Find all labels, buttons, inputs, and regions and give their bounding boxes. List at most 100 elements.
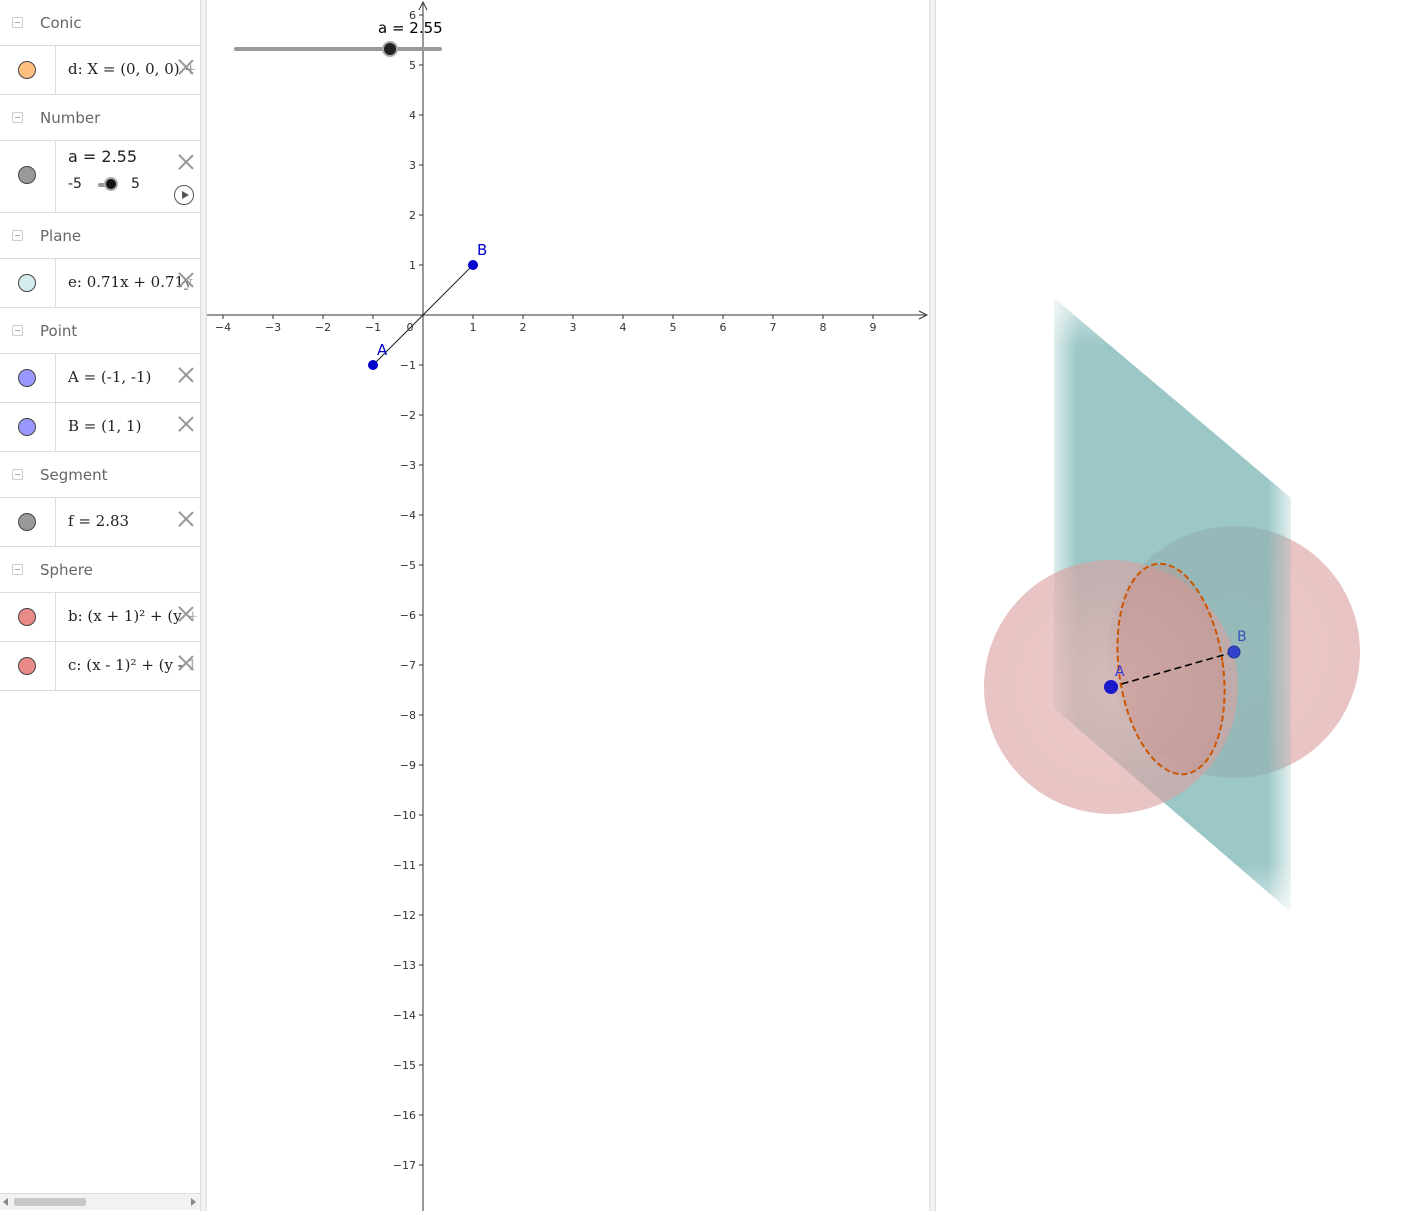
y-tick-label: −12 bbox=[393, 909, 416, 922]
group-title: Conic bbox=[40, 14, 82, 32]
scroll-thumb[interactable] bbox=[14, 1198, 86, 1206]
point-b-label: B bbox=[477, 241, 487, 259]
delete-x-icon[interactable] bbox=[176, 57, 196, 77]
graphics-view-2d[interactable]: −4−3−2−10123456789123456−1−2−3−4−5−6−7−8… bbox=[207, 0, 929, 1211]
group-title: Number bbox=[40, 109, 101, 127]
delete-x-icon[interactable] bbox=[176, 270, 196, 290]
slider-a-label: a = 2.55 bbox=[378, 19, 443, 37]
y-tick-label: −13 bbox=[393, 959, 416, 972]
point-a-label: A bbox=[377, 341, 388, 359]
y-tick-label: −14 bbox=[393, 1009, 416, 1022]
algebra-graphics-splitter[interactable] bbox=[200, 0, 207, 1211]
y-tick-label: −6 bbox=[400, 609, 416, 622]
x-tick-label: 9 bbox=[870, 321, 877, 334]
collapse-minus-icon[interactable] bbox=[12, 469, 23, 480]
visibility-toggle[interactable] bbox=[0, 259, 56, 307]
point-a[interactable] bbox=[368, 360, 378, 370]
slider-a-knob[interactable] bbox=[382, 41, 399, 57]
slider-max-label: 5 bbox=[131, 176, 140, 192]
collapse-minus-icon[interactable] bbox=[12, 564, 23, 575]
visibility-marble-icon[interactable] bbox=[18, 369, 36, 387]
y-tick-label: −4 bbox=[400, 509, 416, 522]
visibility-toggle[interactable] bbox=[0, 141, 56, 212]
y-tick-label: 5 bbox=[409, 59, 416, 72]
y-tick-label: 2 bbox=[409, 209, 416, 222]
algebra-horizontal-scrollbar[interactable] bbox=[0, 1193, 200, 1210]
y-tick-label: −15 bbox=[393, 1059, 416, 1072]
x-tick-label: 6 bbox=[720, 321, 727, 334]
group-header-conic[interactable]: Conic bbox=[0, 0, 200, 46]
group-title: Sphere bbox=[40, 561, 93, 579]
slider-min-label: -5 bbox=[68, 176, 82, 192]
algebra-formula[interactable]: a = 2.55 bbox=[68, 147, 137, 166]
y-tick-label: −7 bbox=[400, 659, 416, 672]
y-tick-label: 3 bbox=[409, 159, 416, 172]
visibility-marble-icon[interactable] bbox=[18, 608, 36, 626]
y-tick-label: −9 bbox=[400, 759, 416, 772]
visibility-marble-icon[interactable] bbox=[18, 274, 36, 292]
delete-x-icon[interactable] bbox=[176, 604, 196, 624]
delete-x-icon[interactable] bbox=[176, 653, 196, 673]
point-b[interactable] bbox=[468, 260, 478, 270]
group-title: Point bbox=[40, 322, 78, 340]
group-header-sphere[interactable]: Sphere bbox=[0, 547, 200, 593]
graphics-view-3d[interactable]: A B bbox=[936, 0, 1411, 1211]
x-tick-label: −3 bbox=[265, 321, 281, 334]
algebra-item[interactable]: f = 2.83 bbox=[0, 498, 200, 547]
visibility-toggle[interactable] bbox=[0, 403, 56, 451]
y-tick-label: −2 bbox=[400, 409, 416, 422]
group-header-number[interactable]: Number bbox=[0, 95, 200, 141]
collapse-minus-icon[interactable] bbox=[12, 17, 23, 28]
visibility-toggle[interactable] bbox=[0, 46, 56, 94]
point-b-3d[interactable] bbox=[1227, 645, 1241, 659]
scroll-left-arrow-icon[interactable] bbox=[3, 1198, 8, 1206]
x-tick-label: −1 bbox=[365, 321, 381, 334]
slider-knob[interactable] bbox=[104, 177, 118, 191]
group-title: Plane bbox=[40, 227, 82, 245]
slider-a[interactable]: a = 2.55 bbox=[234, 19, 443, 57]
visibility-marble-icon[interactable] bbox=[18, 513, 36, 531]
visibility-marble-icon[interactable] bbox=[18, 166, 36, 184]
delete-x-icon[interactable] bbox=[176, 365, 196, 385]
algebra-item[interactable]: c: (x - 1)² + (y - 1)² + z² = 6.5 bbox=[0, 642, 200, 691]
delete-x-icon[interactable] bbox=[176, 152, 196, 172]
visibility-toggle[interactable] bbox=[0, 498, 56, 546]
delete-x-icon[interactable] bbox=[176, 509, 196, 529]
graphics-2d-canvas[interactable]: −4−3−2−10123456789123456−1−2−3−4−5−6−7−8… bbox=[207, 0, 929, 1211]
group-header-point[interactable]: Point bbox=[0, 308, 200, 354]
y-tick-label: −11 bbox=[393, 859, 416, 872]
algebra-formula[interactable]: A = (-1, -1) bbox=[68, 368, 151, 386]
algebra-item[interactable]: A = (-1, -1) bbox=[0, 354, 200, 403]
play-animation-icon[interactable] bbox=[174, 185, 194, 205]
algebra-item[interactable]: B = (1, 1) bbox=[0, 403, 200, 452]
axes-2d: −4−3−2−10123456789123456−1−2−3−4−5−6−7−8… bbox=[207, 0, 929, 1211]
collapse-minus-icon[interactable] bbox=[12, 112, 23, 123]
algebra-item[interactable]: b: (x + 1)² + (y + 1)² + z² = 6.5 bbox=[0, 593, 200, 642]
x-tick-label: 2 bbox=[520, 321, 527, 334]
visibility-marble-icon[interactable] bbox=[18, 418, 36, 436]
algebra-item[interactable]: d: X = (0, 0, 0) + (-0.29, 0.29, -1.19) … bbox=[0, 46, 200, 95]
visibility-marble-icon[interactable] bbox=[18, 657, 36, 675]
graphics-3d-canvas[interactable]: A B bbox=[936, 0, 1411, 1211]
visibility-toggle[interactable] bbox=[0, 642, 56, 690]
algebra-formula[interactable]: B = (1, 1) bbox=[68, 417, 141, 435]
algebra-item[interactable]: a = 2.55 -5 5 bbox=[0, 141, 200, 213]
group-header-segment[interactable]: Segment bbox=[0, 452, 200, 498]
algebra-formula[interactable]: f = 2.83 bbox=[68, 512, 129, 530]
scroll-right-arrow-icon[interactable] bbox=[191, 1198, 196, 1206]
x-tick-label: −4 bbox=[215, 321, 231, 334]
x-tick-label: 1 bbox=[470, 321, 477, 334]
group-header-plane[interactable]: Plane bbox=[0, 213, 200, 259]
visibility-toggle[interactable] bbox=[0, 354, 56, 402]
collapse-minus-icon[interactable] bbox=[12, 325, 23, 336]
algebra-view: Conic d: X = (0, 0, 0) + (-0.29, 0.29, -1… bbox=[0, 0, 200, 1211]
y-tick-label: −1 bbox=[400, 359, 416, 372]
x-tick-label: −2 bbox=[315, 321, 331, 334]
delete-x-icon[interactable] bbox=[176, 414, 196, 434]
collapse-minus-icon[interactable] bbox=[12, 230, 23, 241]
graphics-splitter[interactable] bbox=[929, 0, 936, 1211]
algebra-item[interactable]: e: 0.71x + 0.71y = 0 bbox=[0, 259, 200, 308]
visibility-marble-icon[interactable] bbox=[18, 61, 36, 79]
point-a-3d[interactable] bbox=[1104, 680, 1118, 694]
visibility-toggle[interactable] bbox=[0, 593, 56, 641]
